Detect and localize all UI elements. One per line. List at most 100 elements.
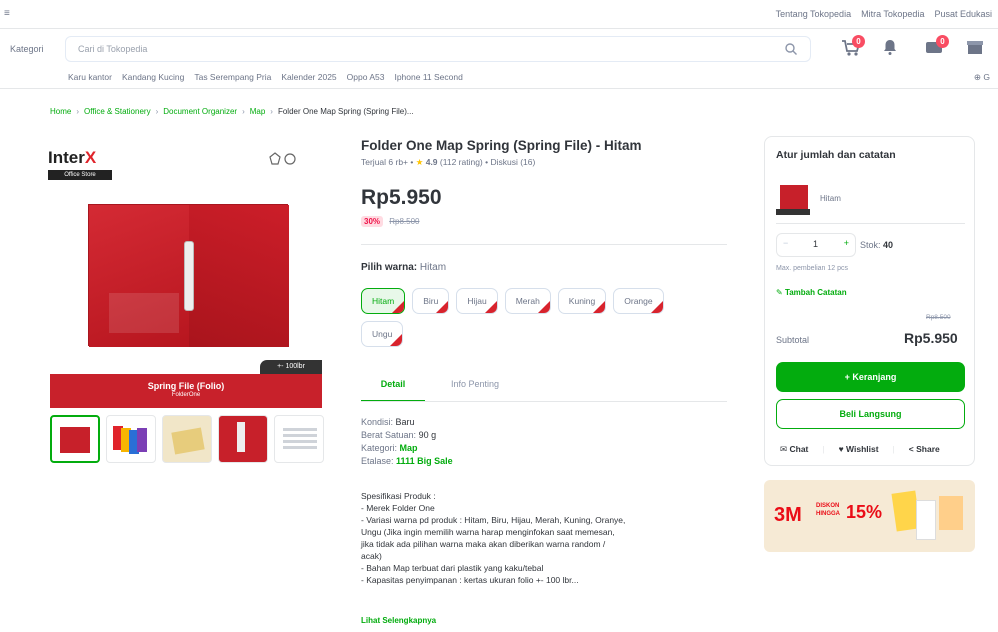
info-tabs: Detail Info Penting bbox=[361, 374, 727, 402]
suggestion-item[interactable]: Kalender 2025 bbox=[281, 72, 336, 82]
search-suggestions: Karu kantor Kandang Kucing Tas Serempang… bbox=[68, 72, 463, 82]
rating-value: 4.9 bbox=[425, 157, 438, 167]
breadcrumb-current: Folder One Map Spring (Spring File)... bbox=[277, 107, 414, 116]
spec-kategori: Kategori: Map bbox=[361, 443, 418, 453]
image-band: Spring File (Folio) FolderOne bbox=[50, 374, 322, 408]
desc-line: Spesifikasi Produk : bbox=[361, 491, 436, 501]
desc-line: acak) bbox=[361, 551, 382, 561]
card-title: Atur jumlah dan catatan bbox=[776, 149, 896, 161]
link-edukasi[interactable]: Pusat Edukasi bbox=[934, 9, 992, 19]
bpom-icons bbox=[268, 152, 298, 169]
share-icon: < bbox=[908, 444, 914, 454]
kategori-link[interactable]: Map bbox=[400, 443, 418, 453]
thumbnail-4[interactable] bbox=[218, 415, 268, 463]
breadcrumb-home[interactable]: Home bbox=[50, 107, 71, 116]
variant-merah[interactable]: Merah bbox=[504, 288, 551, 314]
promo-banner[interactable]: 3M DISKON HINGGA 15% bbox=[764, 480, 975, 552]
card-actions: ✉ Chat | ♥ Wishlist | < Share bbox=[780, 444, 940, 455]
quantity-value[interactable]: 1 bbox=[813, 239, 818, 249]
quantity-stepper[interactable]: − 1 + bbox=[776, 233, 856, 257]
card-divider bbox=[776, 223, 965, 224]
thumbnail-5[interactable] bbox=[274, 415, 324, 463]
minus-icon[interactable]: − bbox=[783, 238, 788, 248]
band-title: Spring File (Folio) bbox=[147, 381, 225, 391]
cart-icon[interactable]: 0 bbox=[840, 35, 865, 58]
tab-info-penting[interactable]: Info Penting bbox=[451, 374, 499, 402]
discount-badge: 30% bbox=[361, 216, 384, 227]
breadcrumb-map[interactable]: Map bbox=[250, 107, 266, 116]
brand-logo: InterX Office Store bbox=[48, 148, 112, 180]
heart-icon: ♥ bbox=[838, 444, 844, 454]
variant-orange[interactable]: Orange bbox=[613, 288, 664, 314]
suggestion-item[interactable]: Karu kantor bbox=[68, 72, 112, 82]
product-price: Rp5.950 bbox=[361, 186, 442, 209]
card-variant-name: Hitam bbox=[820, 194, 841, 203]
discussion-link[interactable]: Diskusi (16) bbox=[490, 157, 535, 167]
breadcrumb-separator: › bbox=[270, 107, 273, 116]
chat-button[interactable]: ✉ Chat bbox=[780, 444, 808, 455]
capacity-badge: +- 100lbr bbox=[260, 360, 322, 374]
share-button[interactable]: < Share bbox=[909, 444, 940, 455]
add-note-link[interactable]: ✎ Tambah Catatan bbox=[776, 288, 847, 297]
desc-line: - Kapasitas penyimpanan : kertas ukuran … bbox=[361, 575, 579, 585]
star-icon: ★ bbox=[415, 157, 424, 167]
variant-hitam[interactable]: Hitam bbox=[361, 288, 406, 314]
divider bbox=[0, 28, 998, 29]
breadcrumb-office[interactable]: Office & Stationery bbox=[84, 107, 151, 116]
top-links: Tentang Tokopedia Mitra Tokopedia Pusat … bbox=[776, 9, 992, 19]
stock-info: Stok: 40 bbox=[860, 240, 894, 250]
add-to-cart-button[interactable]: + Keranjang bbox=[776, 362, 965, 392]
promo-text: DISKON HINGGA bbox=[816, 503, 840, 517]
plus-icon[interactable]: + bbox=[844, 238, 849, 248]
variant-kuning[interactable]: Kuning bbox=[557, 288, 607, 314]
wishlist-button[interactable]: ♥ Wishlist bbox=[839, 444, 879, 455]
bell-icon[interactable] bbox=[882, 38, 904, 58]
link-tentang[interactable]: Tentang Tokopedia bbox=[776, 9, 851, 19]
card-variant-thumb bbox=[776, 183, 810, 217]
variant-label: Pilih warna: Hitam bbox=[361, 262, 447, 273]
store-icon[interactable] bbox=[966, 38, 988, 58]
thumbnail-1[interactable] bbox=[50, 415, 100, 463]
tab-divider bbox=[361, 401, 727, 402]
thumbnail-3[interactable] bbox=[162, 415, 212, 463]
subtotal-label: Subtotal bbox=[776, 335, 810, 345]
suggestion-item[interactable]: Oppo A53 bbox=[347, 72, 385, 82]
search-icon[interactable] bbox=[784, 42, 798, 56]
breadcrumb-document[interactable]: Document Organizer bbox=[163, 107, 237, 116]
desc-line: - Variasi warna pd produk : Hitam, Biru,… bbox=[361, 515, 626, 525]
spec-berat: Berat Satuan: 90 g bbox=[361, 430, 437, 440]
thumbnail-2[interactable] bbox=[106, 415, 156, 463]
search-input[interactable]: Cari di Tokopedia bbox=[65, 36, 811, 62]
variant-ungu[interactable]: Ungu bbox=[361, 321, 404, 347]
breadcrumb: Home › Office & Stationery › Document Or… bbox=[50, 107, 414, 116]
original-price: Rp8.500 bbox=[389, 217, 420, 226]
link-mitra[interactable]: Mitra Tokopedia bbox=[861, 9, 924, 19]
desc-line: jika tidak ada pilihan warna maka akan d… bbox=[361, 539, 606, 549]
breadcrumb-separator: › bbox=[242, 107, 245, 116]
product-description: Spesifikasi Produk : - Merek Folder One … bbox=[361, 490, 727, 586]
divider bbox=[361, 244, 727, 245]
suggestion-item[interactable]: Tas Serempang Pria bbox=[194, 72, 271, 82]
etalase-link[interactable]: 1111 Big Sale bbox=[396, 456, 453, 466]
header-divider bbox=[0, 88, 998, 89]
variant-biru[interactable]: Biru bbox=[412, 288, 450, 314]
product-meta: Terjual 6 rb+ • ★ 4.9 (112 rating) • Dis… bbox=[361, 157, 536, 167]
notif-badge: 0 bbox=[936, 35, 949, 48]
kategori-link[interactable]: Kategori bbox=[10, 44, 44, 54]
max-purchase: Max. pembelian 12 pcs bbox=[776, 265, 848, 272]
product-main-image[interactable]: +- 100lbr Spring File (Folio) FolderOne bbox=[50, 180, 322, 408]
buy-now-button[interactable]: Beli Langsung bbox=[776, 399, 965, 429]
product-specs: Kondisi: Baru Berat Satuan: 90 g Kategor… bbox=[361, 416, 453, 468]
see-more-link[interactable]: Lihat Selengkapnya bbox=[361, 616, 436, 625]
menu-icon[interactable]: ≡ bbox=[4, 8, 10, 19]
tab-detail[interactable]: Detail bbox=[361, 374, 425, 402]
product-title: Folder One Map Spring (Spring File) - Hi… bbox=[361, 138, 642, 153]
suggestion-item[interactable]: Kandang Kucing bbox=[122, 72, 184, 82]
promo-percent: 15% bbox=[846, 502, 883, 522]
mail-icon[interactable]: 0 bbox=[924, 35, 949, 58]
variant-hijau[interactable]: Hijau bbox=[456, 288, 498, 314]
location-link[interactable]: ⊕ G bbox=[974, 72, 990, 83]
folder-image bbox=[88, 204, 289, 347]
rating-count[interactable]: (112 rating) bbox=[440, 157, 483, 167]
suggestion-item[interactable]: Iphone 11 Second bbox=[394, 72, 462, 82]
